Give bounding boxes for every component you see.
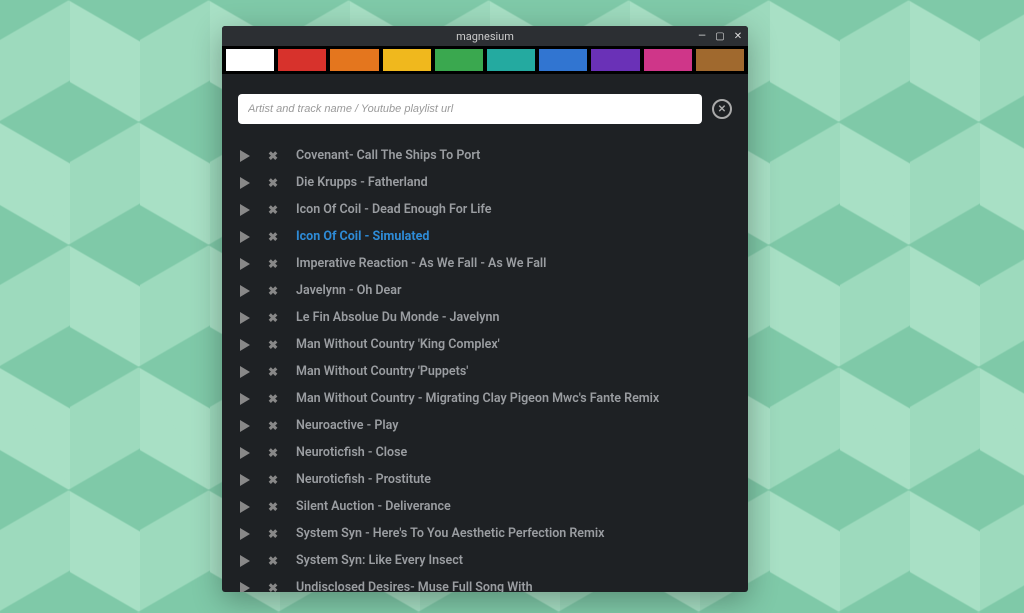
- track-row: ✖ Covenant- Call The Ships To Port: [238, 142, 732, 169]
- play-icon[interactable]: [240, 177, 250, 189]
- app-window: magnesium — ▢ ✕ ✕ ✖ Covenant- Call The Sh…: [222, 26, 748, 592]
- track-title[interactable]: Icon Of Coil - Dead Enough For Life: [296, 202, 491, 217]
- clear-search-button[interactable]: ✕: [712, 99, 732, 119]
- play-icon[interactable]: [240, 285, 250, 297]
- remove-track-icon[interactable]: ✖: [268, 554, 278, 568]
- color-swatch-4[interactable]: [435, 49, 483, 71]
- track-title[interactable]: Imperative Reaction - As We Fall - As We…: [296, 256, 546, 271]
- track-row: ✖ Undisclosed Desires- Muse Full Song Wit…: [238, 574, 732, 592]
- close-icon[interactable]: ✕: [732, 31, 744, 42]
- remove-track-icon[interactable]: ✖: [268, 203, 278, 217]
- play-icon[interactable]: [240, 204, 250, 216]
- track-title[interactable]: System Syn: Like Every Insect: [296, 553, 463, 568]
- track-row: ✖ Le Fin Absolue Du Monde - Javelynn: [238, 304, 732, 331]
- track-row: ✖ Man Without Country 'Puppets': [238, 358, 732, 385]
- track-row: ✖ System Syn - Here's To You Aesthetic Pe…: [238, 520, 732, 547]
- remove-track-icon[interactable]: ✖: [268, 365, 278, 379]
- track-row: ✖ Neuroactive - Play: [238, 412, 732, 439]
- remove-track-icon[interactable]: ✖: [268, 338, 278, 352]
- remove-track-icon[interactable]: ✖: [268, 230, 278, 244]
- track-title[interactable]: Man Without Country 'King Complex': [296, 337, 500, 352]
- play-icon[interactable]: [240, 447, 250, 459]
- color-palette: [222, 46, 748, 74]
- track-row: ✖ Imperative Reaction - As We Fall - As W…: [238, 250, 732, 277]
- play-icon[interactable]: [240, 339, 250, 351]
- track-row: ✖ Neuroticfish - Prostitute: [238, 466, 732, 493]
- track-row: ✖ Man Without Country - Migrating Clay Pi…: [238, 385, 732, 412]
- content-area: ✕ ✖ Covenant- Call The Ships To Port ✖ Die …: [222, 74, 748, 592]
- play-icon[interactable]: [240, 582, 250, 593]
- remove-track-icon[interactable]: ✖: [268, 473, 278, 487]
- remove-track-icon[interactable]: ✖: [268, 284, 278, 298]
- play-icon[interactable]: [240, 501, 250, 513]
- track-title[interactable]: Die Krupps - Fatherland: [296, 175, 428, 190]
- remove-track-icon[interactable]: ✖: [268, 149, 278, 163]
- remove-track-icon[interactable]: ✖: [268, 527, 278, 541]
- color-swatch-8[interactable]: [644, 49, 692, 71]
- play-icon[interactable]: [240, 312, 250, 324]
- maximize-icon[interactable]: ▢: [714, 31, 726, 42]
- remove-track-icon[interactable]: ✖: [268, 446, 278, 460]
- track-title[interactable]: Neuroticfish - Prostitute: [296, 472, 431, 487]
- remove-track-icon[interactable]: ✖: [268, 176, 278, 190]
- color-swatch-7[interactable]: [591, 49, 639, 71]
- play-icon[interactable]: [240, 393, 250, 405]
- color-swatch-1[interactable]: [278, 49, 326, 71]
- track-row: ✖ Neuroticfish - Close: [238, 439, 732, 466]
- play-icon[interactable]: [240, 150, 250, 162]
- search-input[interactable]: [238, 94, 702, 124]
- color-swatch-2[interactable]: [330, 49, 378, 71]
- track-list: ✖ Covenant- Call The Ships To Port ✖ Die Kr…: [238, 142, 732, 592]
- remove-track-icon[interactable]: ✖: [268, 419, 278, 433]
- play-icon[interactable]: [240, 420, 250, 432]
- color-swatch-6[interactable]: [539, 49, 587, 71]
- remove-track-icon[interactable]: ✖: [268, 581, 278, 593]
- track-row: ✖ Man Without Country 'King Complex': [238, 331, 732, 358]
- track-title[interactable]: Neuroticfish - Close: [296, 445, 407, 460]
- track-title[interactable]: Covenant- Call The Ships To Port: [296, 148, 480, 163]
- play-icon[interactable]: [240, 474, 250, 486]
- track-title[interactable]: Neuroactive - Play: [296, 418, 398, 433]
- color-swatch-0[interactable]: [226, 49, 274, 71]
- track-row: ✖ System Syn: Like Every Insect: [238, 547, 732, 574]
- track-title[interactable]: System Syn - Here's To You Aesthetic Per…: [296, 526, 604, 541]
- track-title[interactable]: Undisclosed Desires- Muse Full Song With: [296, 580, 533, 592]
- window-title: magnesium: [456, 30, 514, 43]
- track-title[interactable]: Icon Of Coil - Simulated: [296, 229, 429, 244]
- track-row: ✖ Icon Of Coil - Simulated: [238, 223, 732, 250]
- remove-track-icon[interactable]: ✖: [268, 392, 278, 406]
- play-icon[interactable]: [240, 231, 250, 243]
- remove-track-icon[interactable]: ✖: [268, 311, 278, 325]
- track-title[interactable]: Silent Auction - Deliverance: [296, 499, 451, 514]
- track-title[interactable]: Man Without Country 'Puppets': [296, 364, 468, 379]
- track-title[interactable]: Le Fin Absolue Du Monde - Javelynn: [296, 310, 499, 325]
- track-title[interactable]: Man Without Country - Migrating Clay Pig…: [296, 391, 659, 406]
- color-swatch-3[interactable]: [383, 49, 431, 71]
- titlebar[interactable]: magnesium — ▢ ✕: [222, 26, 748, 46]
- color-swatch-5[interactable]: [487, 49, 535, 71]
- remove-track-icon[interactable]: ✖: [268, 500, 278, 514]
- minimize-icon[interactable]: —: [696, 31, 708, 42]
- search-row: ✕: [238, 94, 732, 124]
- track-row: ✖ Icon Of Coil - Dead Enough For Life: [238, 196, 732, 223]
- window-controls: — ▢ ✕: [696, 26, 744, 46]
- play-icon[interactable]: [240, 366, 250, 378]
- play-icon[interactable]: [240, 528, 250, 540]
- play-icon[interactable]: [240, 555, 250, 567]
- remove-track-icon[interactable]: ✖: [268, 257, 278, 271]
- close-icon: ✕: [718, 104, 726, 115]
- color-swatch-9[interactable]: [696, 49, 744, 71]
- track-row: ✖ Javelynn - Oh Dear: [238, 277, 732, 304]
- track-row: ✖ Silent Auction - Deliverance: [238, 493, 732, 520]
- play-icon[interactable]: [240, 258, 250, 270]
- track-title[interactable]: Javelynn - Oh Dear: [296, 283, 402, 298]
- track-row: ✖ Die Krupps - Fatherland: [238, 169, 732, 196]
